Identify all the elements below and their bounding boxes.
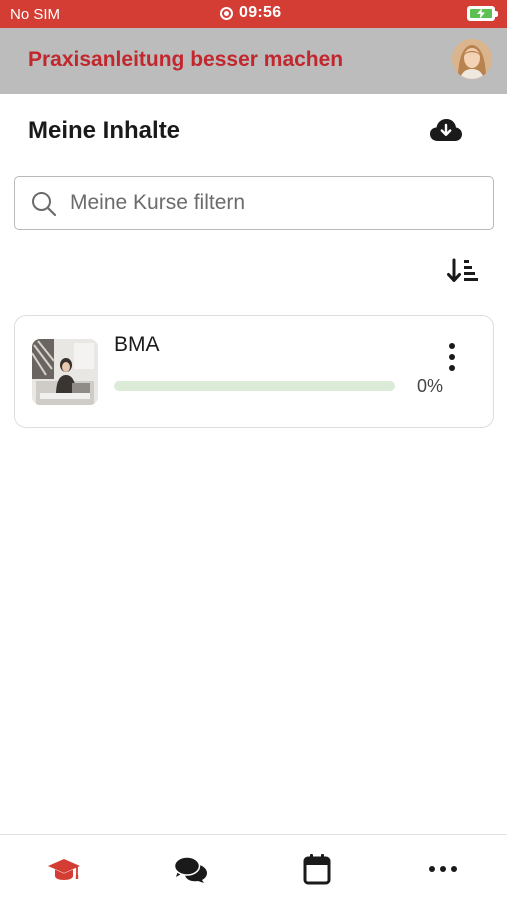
charging-bolt-icon (477, 8, 485, 19)
kebab-menu-icon (449, 343, 455, 349)
course-progress-label: 0% (417, 376, 444, 396)
search-icon (32, 192, 57, 217)
clock-group: 09:56 (220, 4, 281, 22)
graduation-cap-icon (48, 859, 80, 880)
course-title: BMA (114, 333, 160, 356)
sort-descending-icon (447, 258, 478, 282)
more-horizontal-icon (429, 866, 457, 872)
chat-bubbles-icon (173, 856, 207, 883)
course-progress-bar (114, 381, 395, 391)
search-box[interactable] (14, 176, 494, 230)
avatar[interactable] (452, 39, 492, 79)
course-options-button[interactable] (440, 340, 464, 374)
course-card[interactable]: BMA 0% (14, 315, 494, 428)
battery-icon (467, 6, 498, 21)
page-title: Meine Inhalte (28, 117, 181, 144)
app-header: Praxisanleitung besser machen (0, 28, 507, 94)
app-title: Praxisanleitung besser machen (28, 48, 344, 71)
nav-courses[interactable] (44, 851, 84, 887)
location-indicator-icon (220, 6, 233, 20)
course-image-icon (32, 339, 98, 405)
status-bar: No SIM 09:56 (0, 0, 507, 28)
status-time: 09:56 (239, 4, 282, 21)
nav-more[interactable] (423, 851, 463, 887)
sort-button[interactable] (445, 256, 481, 288)
search-input[interactable] (70, 187, 480, 219)
nav-chat[interactable] (171, 851, 211, 887)
cloud-download-icon (430, 119, 462, 141)
calendar-icon (303, 854, 331, 885)
download-button[interactable] (428, 114, 464, 146)
nav-calendar[interactable] (297, 851, 337, 887)
bottom-nav (0, 834, 507, 900)
carrier-label: No SIM (10, 6, 61, 23)
user-avatar-icon (452, 39, 492, 79)
course-thumbnail (32, 339, 98, 405)
app-screen: No SIM 09:56 Praxisanleitung besser mach… (0, 0, 507, 900)
